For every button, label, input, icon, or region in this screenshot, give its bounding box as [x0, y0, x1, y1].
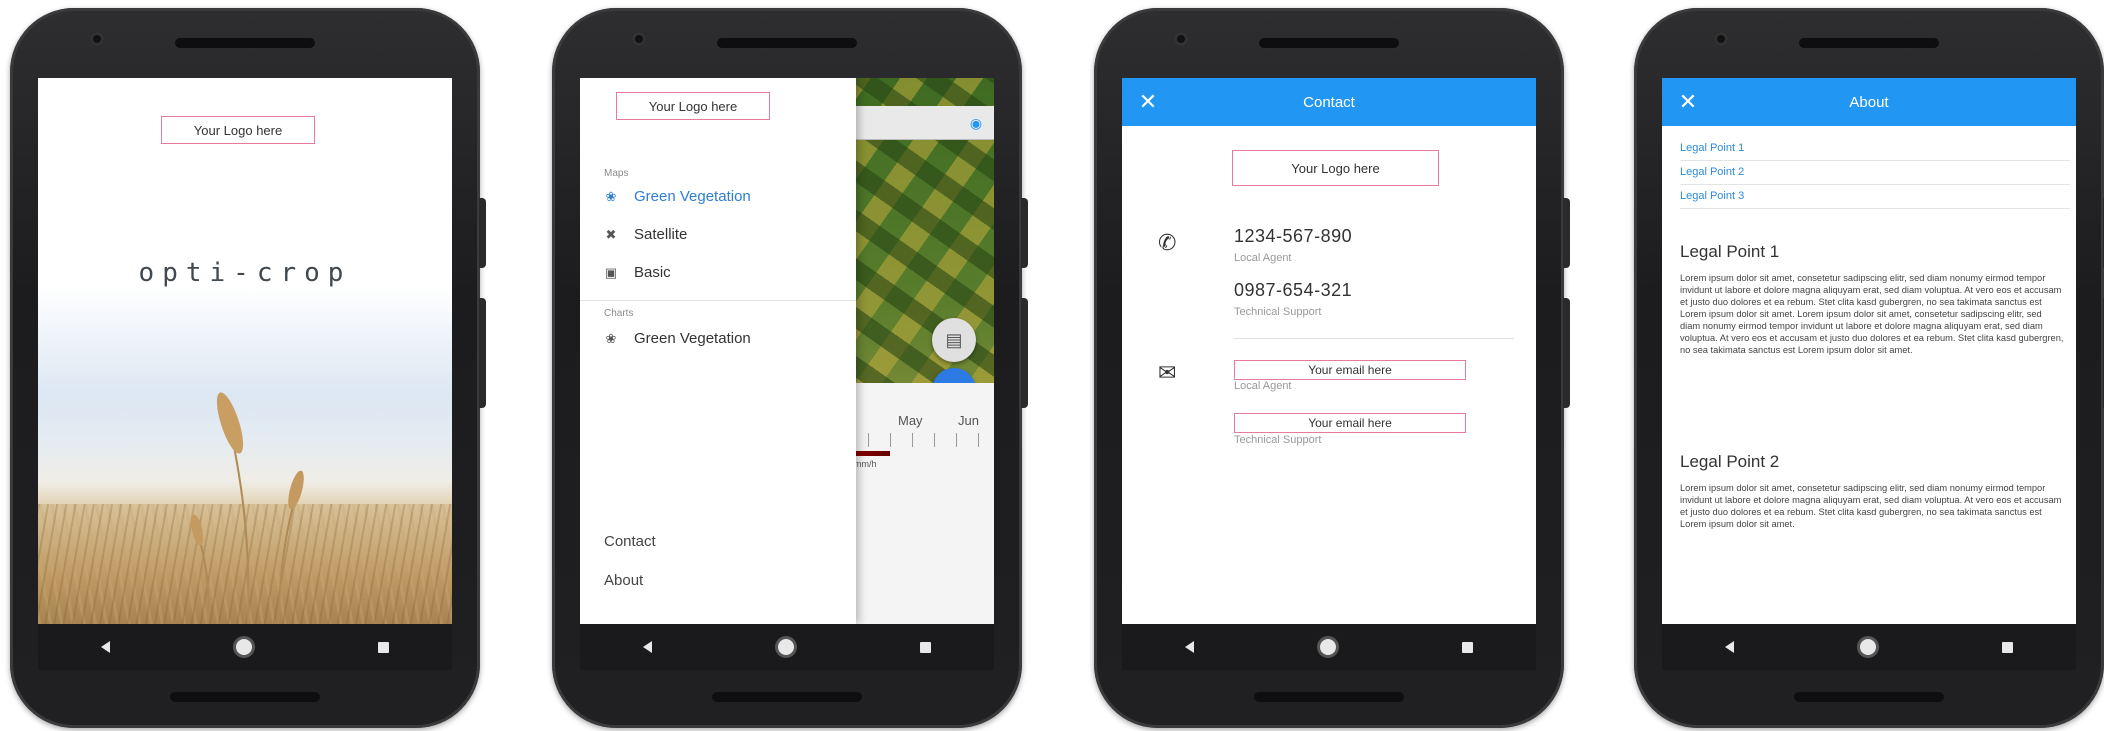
volume-button — [1021, 298, 1028, 408]
recent-apps-icon[interactable] — [1462, 641, 1473, 653]
phone-contact: ✕ Contact Your Logo here ✆ 1234-567-890 … — [1094, 8, 1570, 728]
power-button — [479, 198, 486, 268]
camera — [1714, 32, 1728, 46]
map-icon: ▣ — [604, 264, 618, 280]
phone-splash: Your Logo here opti-crop — [10, 8, 486, 728]
camera — [90, 32, 104, 46]
email-icon: ✉ — [1158, 360, 1177, 385]
link-divider — [1680, 184, 2070, 185]
link-divider — [1680, 160, 2070, 161]
timeline-month: May — [898, 413, 923, 428]
recent-apps-icon[interactable] — [378, 641, 389, 653]
phone-role: Local Agent — [1234, 252, 1292, 264]
power-button — [1563, 198, 1570, 268]
android-navbar — [580, 624, 994, 670]
earpiece-speaker — [175, 38, 315, 48]
plant-icon: ❀ — [605, 330, 617, 346]
android-navbar — [38, 624, 452, 670]
drawer-item-about[interactable]: About — [604, 572, 643, 589]
contact-screen: ✕ Contact Your Logo here ✆ 1234-567-890 … — [1122, 78, 1536, 624]
earpiece-speaker — [1259, 38, 1399, 48]
wheat-stalk-image — [191, 392, 304, 624]
email-role: Technical Support — [1234, 434, 1322, 446]
bottom-speaker — [712, 692, 862, 702]
drawer-section-maps: Maps — [604, 168, 629, 179]
app-name: opti-crop — [138, 258, 352, 288]
drawer-item-basic[interactable]: ▣ Basic — [604, 264, 671, 281]
navigation-drawer: Your Logo here Maps ❀ Green Vegetation ✖… — [580, 78, 856, 624]
phone-number[interactable]: 1234-567-890 — [1234, 226, 1352, 247]
home-icon[interactable] — [1320, 639, 1336, 655]
contact-divider — [1234, 338, 1514, 339]
phone-about: ✕ About Legal Point 1 Legal Point 2 Lega… — [1634, 8, 2104, 728]
drawer-item-green-vegetation-map[interactable]: ❀ Green Vegetation — [604, 188, 751, 205]
legal-link[interactable]: Legal Point 2 — [1680, 166, 1744, 178]
close-icon[interactable]: ✕ — [1676, 90, 1700, 114]
camera — [632, 32, 646, 46]
page-title: Contact — [1303, 93, 1355, 111]
about-screen: ✕ About Legal Point 1 Legal Point 2 Lega… — [1662, 78, 2076, 624]
drawer-item-label: Basic — [634, 264, 671, 281]
logo-placeholder: Your Logo here — [161, 116, 315, 144]
home-icon[interactable] — [236, 639, 252, 655]
android-navbar — [1122, 624, 1536, 670]
recent-apps-icon[interactable] — [2002, 641, 2013, 653]
drawer-item-label: Green Vegetation — [634, 188, 751, 205]
phone-number[interactable]: 0987-654-321 — [1234, 280, 1352, 301]
close-icon[interactable]: ✕ — [1136, 90, 1160, 114]
drawer-item-green-vegetation-chart[interactable]: ❀ Green Vegetation — [604, 330, 751, 347]
volume-button — [1563, 298, 1570, 408]
section-heading: Legal Point 2 — [1680, 452, 1780, 471]
app-bar: ✕ Contact — [1122, 78, 1536, 126]
earpiece-speaker — [1799, 38, 1939, 48]
home-icon[interactable] — [778, 639, 794, 655]
drawer-item-contact[interactable]: Contact — [604, 533, 656, 550]
chart-icon: ▤ — [945, 329, 963, 350]
home-icon[interactable] — [1860, 639, 1876, 655]
section-body: Lorem ipsum dolor sit amet, consetetur s… — [1680, 483, 2062, 529]
camera — [1174, 32, 1188, 46]
phone-icon: ✆ — [1158, 230, 1177, 255]
email-role: Local Agent — [1234, 380, 1292, 392]
back-icon[interactable] — [101, 641, 110, 653]
back-icon[interactable] — [1725, 641, 1734, 653]
android-navbar — [1662, 624, 2076, 670]
drawer-section-charts: Charts — [604, 308, 634, 319]
drawer-item-satellite[interactable]: ✖ Satellite — [604, 226, 688, 243]
email-field[interactable]: Your email here — [1234, 413, 1466, 433]
email-field[interactable]: Your email here — [1234, 360, 1466, 380]
back-icon[interactable] — [1185, 641, 1194, 653]
timeline-month: Jun — [958, 413, 979, 428]
back-icon[interactable] — [643, 641, 652, 653]
app-bar: ✕ About — [1662, 78, 2076, 126]
section-heading: Legal Point 1 — [1680, 242, 1780, 261]
legal-link[interactable]: Legal Point 1 — [1680, 142, 1744, 154]
splash-screen: Your Logo here opti-crop — [38, 78, 452, 624]
plant-icon: ❀ — [605, 188, 617, 204]
chart-fab-button[interactable]: ▤ — [932, 318, 976, 362]
bottom-speaker — [1254, 692, 1404, 702]
phone-role: Technical Support — [1234, 306, 1322, 318]
satellite-icon: ✖ — [605, 226, 617, 242]
drawer-item-label: Green Vegetation — [634, 330, 751, 347]
power-button — [1021, 198, 1028, 268]
page-title: About — [1849, 93, 1889, 111]
earpiece-speaker — [717, 38, 857, 48]
eye-icon[interactable]: ◉ — [968, 115, 984, 131]
logo-placeholder: Your Logo here — [616, 92, 770, 120]
bottom-speaker — [170, 692, 320, 702]
drawer-item-label: Satellite — [634, 226, 688, 243]
volume-button — [479, 298, 486, 408]
phone-drawer: ◉ ▤ ◈ May Jun 0.2 0.5 0.8 mm/h Your Logo… — [552, 8, 1028, 728]
logo-placeholder: Your Logo here — [1232, 150, 1439, 186]
legal-link[interactable]: Legal Point 3 — [1680, 190, 1744, 202]
bottom-speaker — [1794, 692, 1944, 702]
map-screen: ◉ ▤ ◈ May Jun 0.2 0.5 0.8 mm/h Your Logo… — [580, 78, 994, 624]
recent-apps-icon[interactable] — [920, 641, 931, 653]
drawer-divider — [580, 300, 856, 301]
section-body: Lorem ipsum dolor sit amet, consetetur s… — [1680, 273, 2064, 355]
link-divider — [1680, 208, 2070, 209]
